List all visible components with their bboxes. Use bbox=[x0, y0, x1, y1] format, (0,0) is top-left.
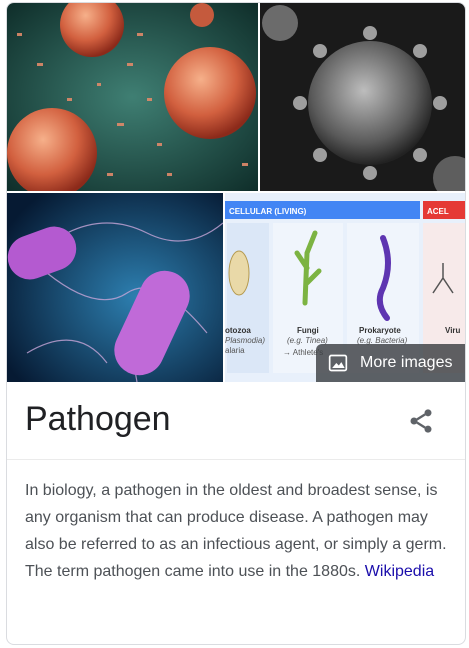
gallery-image-gray-virus[interactable] bbox=[260, 3, 465, 191]
knowledge-panel-card: CELLULAR (LIVING) ACEL otozoa Plasmodia)… bbox=[6, 2, 466, 645]
chart-col1-sub1: Plasmodia) bbox=[225, 336, 265, 345]
chart-col1-title: otozoa bbox=[225, 326, 251, 335]
image-gallery: CELLULAR (LIVING) ACEL otozoa Plasmodia)… bbox=[7, 3, 465, 382]
gallery-image-red-virus[interactable] bbox=[7, 3, 258, 191]
chart-col2-title: Fungi bbox=[297, 326, 319, 335]
wikipedia-link[interactable]: Wikipedia bbox=[365, 563, 434, 580]
chart-col3-title: Prokaryote bbox=[359, 326, 401, 335]
more-images-label: More images bbox=[360, 354, 453, 371]
image-icon bbox=[328, 354, 348, 372]
share-icon[interactable] bbox=[407, 407, 435, 435]
more-images-button[interactable]: More images bbox=[316, 344, 465, 382]
entity-description: In biology, a pathogen in the oldest and… bbox=[7, 460, 465, 585]
chart-header-right: ACEL bbox=[427, 207, 449, 216]
gallery-image-bacteria[interactable] bbox=[7, 193, 223, 382]
chart-col1-sub2: alaria bbox=[225, 346, 245, 355]
title-row: Pathogen bbox=[7, 382, 465, 460]
entity-title: Pathogen bbox=[25, 400, 171, 438]
chart-col4-title: Viru bbox=[445, 326, 461, 335]
chart-header-left: CELLULAR (LIVING) bbox=[229, 207, 307, 216]
